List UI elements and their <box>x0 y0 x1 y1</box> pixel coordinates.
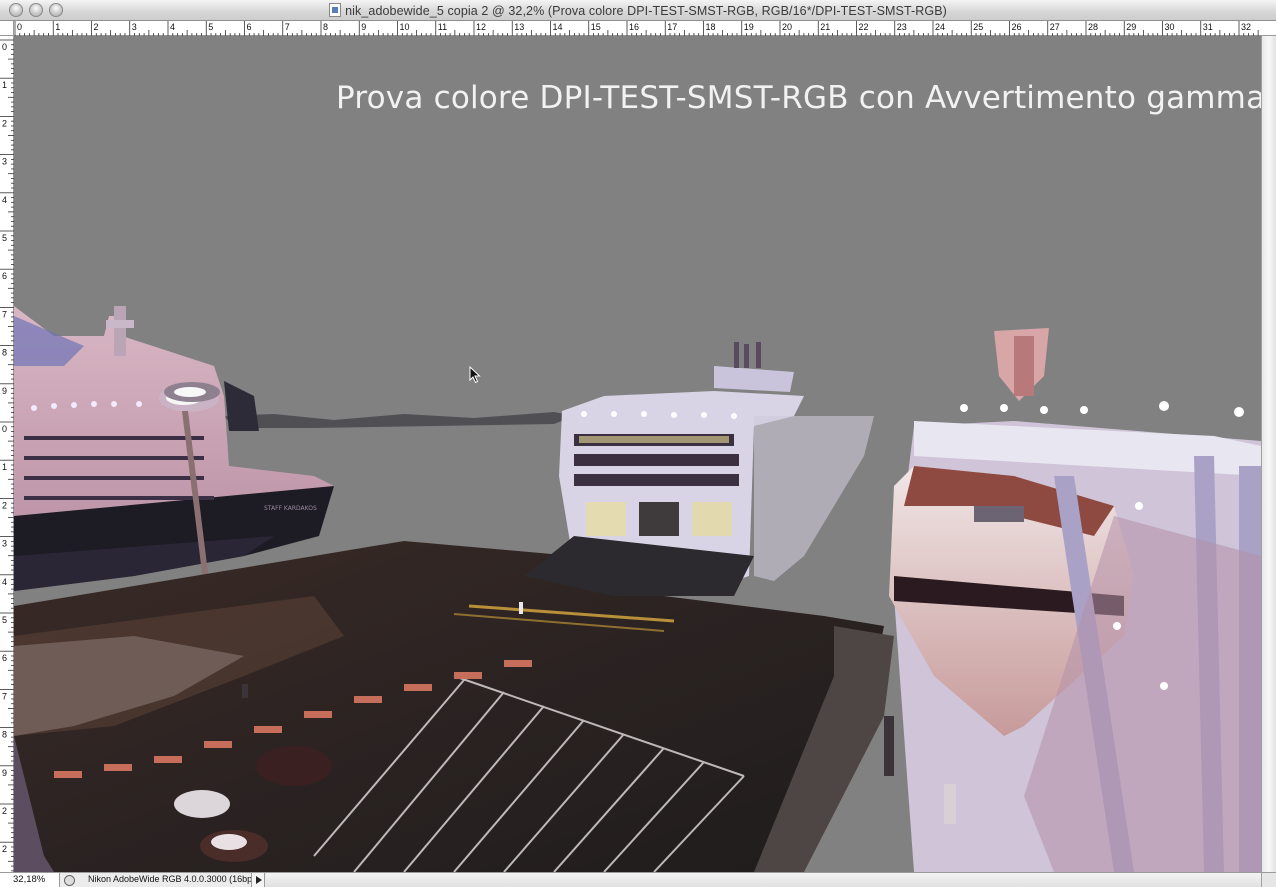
ruler-label: 9 <box>2 768 7 778</box>
status-menu-arrow-icon[interactable] <box>251 873 265 887</box>
ruler-label: 2 <box>2 806 7 816</box>
ruler-label: 0 <box>17 22 22 32</box>
ruler-label: 10 <box>400 22 410 32</box>
svg-text:STAFF KARDAKOS: STAFF KARDAKOS <box>264 505 317 512</box>
ruler-label: 12 <box>476 22 486 32</box>
center-ferry <box>524 342 874 596</box>
ruler-label: 6 <box>2 271 7 281</box>
vertical-ruler-ticks: 0 1 2 3 4 5 6 7 8 9 0 1 2 3 4 5 6 7 8 9 2 2 <box>0 39 14 872</box>
vertical-scrollbar[interactable] <box>1261 36 1276 872</box>
status-info-icon[interactable] <box>64 875 75 886</box>
ruler-label: 7 <box>285 22 290 32</box>
ruler-label: 15 <box>591 22 601 32</box>
ruler-label: 24 <box>935 22 945 32</box>
ruler-label: 5 <box>2 233 7 243</box>
ruler-label: 3 <box>132 22 137 32</box>
zoom-level-field[interactable]: 32,18% <box>0 873 60 887</box>
arrow-cursor-icon <box>469 366 481 384</box>
ruler-origin[interactable] <box>0 21 14 36</box>
left-ship: STAFF KARDAKOS <box>14 306 334 591</box>
ruler-label: 30 <box>1165 22 1175 32</box>
ruler-label: 25 <box>973 22 983 32</box>
ruler-label: 21 <box>820 22 830 32</box>
gamut-warning-caption: Prova colore DPI-TEST-SMST-RGB con Avver… <box>336 80 1261 116</box>
ruler-label: 9 <box>2 386 7 396</box>
vertical-ruler[interactable]: 0 1 2 3 4 5 6 7 8 9 0 1 2 3 4 5 6 7 8 9 2 2 <box>0 36 14 872</box>
quay <box>14 541 894 872</box>
ruler-label: 9 <box>361 22 366 32</box>
ruler-label: 0 <box>2 424 7 434</box>
ruler-label: 7 <box>2 691 7 701</box>
ruler-label: 13 <box>514 22 524 32</box>
horizontal-ruler[interactable]: 0 1 2 3 4 5 6 7 8 9 10 11 12 13 14 15 16 17 18 19 20 21 22 23 24… <box>0 21 1276 36</box>
window-title: nik_adobewide_5 copia 2 @ 32,2% (Prova c… <box>0 2 1276 20</box>
ruler-label: 8 <box>2 730 7 740</box>
ruler-label: 3 <box>2 157 7 167</box>
ruler-label: 4 <box>2 195 7 205</box>
ruler-label: 31 <box>1203 22 1213 32</box>
ruler-label: 0 <box>2 42 7 52</box>
ruler-label: 6 <box>247 22 252 32</box>
status-bar: 32,18% Nikon AdobeWide RGB 4.0.0.3000 (1… <box>0 872 1276 887</box>
ruler-label: 18 <box>706 22 716 32</box>
ruler-label: 26 <box>1012 22 1022 32</box>
window-title-bar[interactable]: nik_adobewide_5 copia 2 @ 32,2% (Prova c… <box>0 0 1276 21</box>
ruler-label: 5 <box>2 615 7 625</box>
ruler-label: 6 <box>2 653 7 663</box>
ruler-label: 1 <box>55 22 60 32</box>
ruler-label: 22 <box>859 22 869 32</box>
ruler-label: 23 <box>897 22 907 32</box>
ruler-label: 11 <box>438 22 447 32</box>
horizontal-ruler-ticks: 0 1 2 3 4 5 6 7 8 9 10 11 12 13 14 15 16 17 18 19 20 21 22 23 24… <box>14 21 1259 36</box>
gamut-warning-photo: STAFF KARDAKOS <box>14 306 1261 872</box>
resize-grip-icon[interactable] <box>1261 873 1276 887</box>
color-profile-label: Nikon AdobeWide RGB 4.0.0.3000 (16bpc) <box>88 874 260 884</box>
ruler-label: 2 <box>2 844 7 854</box>
ruler-label: 32 <box>1241 22 1251 32</box>
ruler-label: 2 <box>94 22 99 32</box>
ruler-label: 8 <box>323 22 328 32</box>
ruler-label: 20 <box>782 22 792 32</box>
ruler-label: 27 <box>1050 22 1060 32</box>
horizontal-scrollbar[interactable] <box>266 873 1261 887</box>
window-title-text: nik_adobewide_5 copia 2 @ 32,2% (Prova c… <box>345 4 947 18</box>
ruler-label: 2 <box>2 500 7 510</box>
ruler-label: 4 <box>2 577 7 587</box>
ruler-label: 1 <box>2 462 7 472</box>
ruler-label: 17 <box>667 22 677 32</box>
ruler-label: 29 <box>1126 22 1136 32</box>
ruler-label: 3 <box>2 539 7 549</box>
ruler-label: 1 <box>2 80 7 90</box>
ruler-label: 19 <box>744 22 754 32</box>
ruler-label: 28 <box>1088 22 1098 32</box>
ruler-label: 5 <box>208 22 213 32</box>
ruler-label: 14 <box>553 22 563 32</box>
ruler-label: 2 <box>2 118 7 128</box>
ruler-label: 16 <box>629 22 639 32</box>
document-icon <box>329 3 342 17</box>
ruler-label: 8 <box>2 348 7 358</box>
document-canvas[interactable]: STAFF KARDAKOS Prova colore DPI-TEST-SMS… <box>14 36 1261 872</box>
ruler-label: 4 <box>170 22 175 32</box>
ruler-label: 7 <box>2 309 7 319</box>
